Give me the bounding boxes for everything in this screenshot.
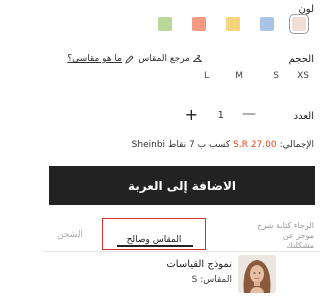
- tab-description[interactable]: الرجاء كتابة شرح موجز عن مشكلتك: [256, 221, 314, 251]
- size-option-l[interactable]: L: [204, 71, 209, 81]
- total-label: الإجمالي:: [279, 140, 314, 150]
- my-size-label: ما هو مقاسي؟: [67, 54, 122, 64]
- model-photo: [238, 255, 276, 293]
- quantity-decrease-button[interactable]: —: [242, 106, 256, 122]
- add-to-cart-button[interactable]: الاضافة إلى العربة: [49, 166, 315, 205]
- model-measurements-title: نموذج القياسات: [166, 259, 232, 270]
- quantity-value: 1: [217, 110, 224, 121]
- brand-name: Sheinbi: [131, 140, 166, 150]
- color-swatch-yellow[interactable]: [226, 17, 240, 31]
- model-size-text: المقاس: S: [191, 275, 232, 285]
- size-option-s[interactable]: S: [273, 71, 279, 81]
- hanger-icon: [192, 54, 203, 63]
- color-swatch-coral[interactable]: [192, 17, 206, 31]
- size-option-m[interactable]: M: [235, 71, 243, 81]
- color-swatch-blue[interactable]: [260, 17, 274, 31]
- size-guide-label: مرجع المقاس: [138, 54, 190, 64]
- color-swatch-green[interactable]: [158, 17, 172, 31]
- earn-points-text: كسب ب 7 نقاط: [168, 140, 231, 150]
- size-option-xs[interactable]: XS: [297, 71, 309, 81]
- tab-shipping[interactable]: الشحن: [57, 230, 83, 240]
- color-label: لون: [298, 4, 314, 15]
- pencil-icon: [125, 54, 134, 64]
- total-price: S.R 27.00: [233, 140, 277, 150]
- size-label: الحجم: [288, 54, 314, 65]
- quantity-increase-button[interactable]: +: [185, 105, 198, 124]
- size-guide-link[interactable]: مرجع المقاس: [138, 54, 203, 64]
- active-tab-indicator: [117, 245, 193, 247]
- quantity-label: العدد: [293, 111, 314, 122]
- color-swatch-pink[interactable]: [289, 14, 309, 34]
- tab-size-fit[interactable]: المقاس وصالح: [102, 218, 206, 250]
- tab-size-fit-label: المقاس وصالح: [126, 235, 182, 245]
- my-size-link[interactable]: ما هو مقاسي؟: [67, 54, 134, 64]
- total-row: الإجمالي: S.R 27.00 كسب ب 7 نقاط Sheinbi: [132, 140, 314, 150]
